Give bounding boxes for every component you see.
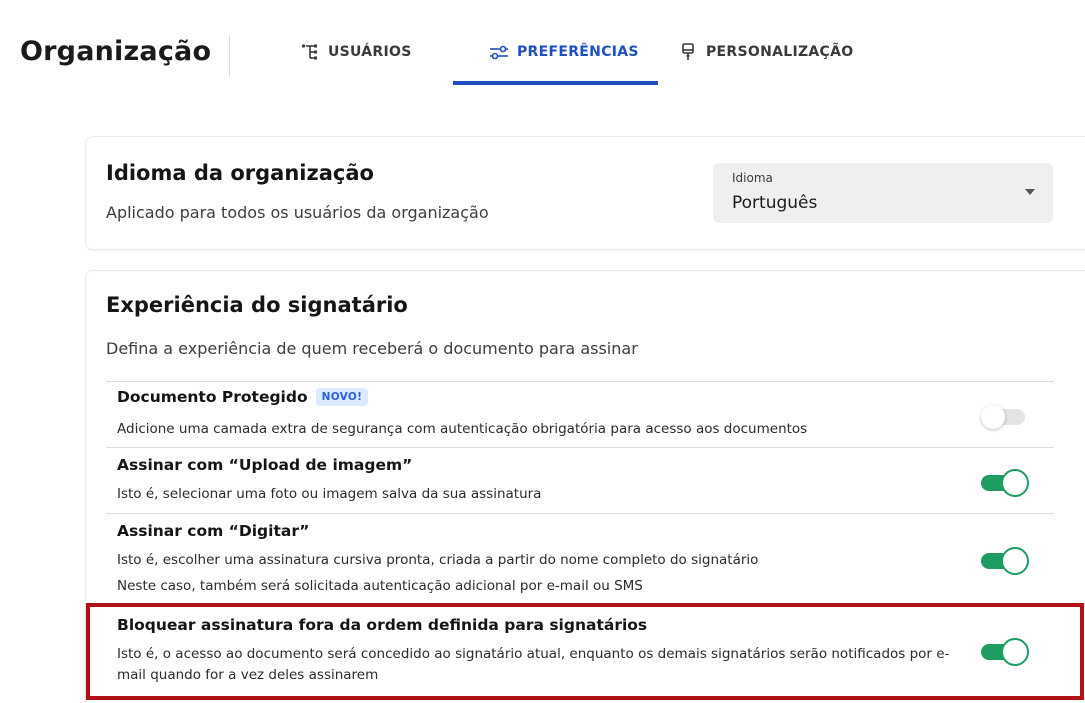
new-badge: NOVO! <box>315 388 369 406</box>
tab-users[interactable]: USUÁRIOS <box>300 42 412 86</box>
header-divider <box>229 36 230 76</box>
block-signing-order-toggle[interactable] <box>981 638 1029 666</box>
toggle-knob <box>1001 638 1029 666</box>
option-description-note: Neste caso, também será solicitada auten… <box>117 578 643 594</box>
option-description: Adicione uma camada extra de segurança c… <box>117 421 808 437</box>
tab-personalization[interactable]: PERSONALIZAÇÃO <box>678 42 853 86</box>
option-title-wrapper: Documento Protegido NOVO! <box>117 388 369 406</box>
organization-preferences-page: Organização USUÁRIOS PREFERÊNCIAS PERSON… <box>0 0 1085 703</box>
users-tree-icon <box>300 42 320 62</box>
option-title: Documento Protegido <box>117 388 308 406</box>
tab-preferences[interactable]: PREFERÊNCIAS <box>489 42 639 86</box>
organization-language-card: Idioma da organização Aplicado para todo… <box>85 136 1085 250</box>
card-title: Experiência do signatário <box>106 293 408 317</box>
option-description: Isto é, escolher uma assinatura cursiva … <box>117 552 759 568</box>
active-tab-indicator <box>453 81 658 85</box>
tab-label: PERSONALIZAÇÃO <box>706 44 854 60</box>
upload-image-toggle[interactable] <box>981 469 1029 497</box>
option-row-block-signing-order: Bloquear assinatura fora da ordem defini… <box>106 606 1054 703</box>
signer-options-list: Documento Protegido NOVO! Adicione uma c… <box>106 381 1054 703</box>
page-title: Organização <box>20 36 212 67</box>
option-row-protected-document: Documento Protegido NOVO! Adicione uma c… <box>106 381 1054 447</box>
select-label: Idioma <box>732 171 773 185</box>
type-signature-toggle[interactable] <box>981 547 1029 575</box>
tab-label: PREFERÊNCIAS <box>517 44 639 60</box>
option-description: Isto é, o acesso ao documento será conce… <box>117 646 950 683</box>
toggle-knob <box>1001 469 1029 497</box>
protected-document-toggle[interactable] <box>981 403 1029 431</box>
toggle-knob <box>1001 547 1029 575</box>
option-title: Assinar com “Upload de imagem” <box>117 456 413 474</box>
card-subtitle: Defina a experiência de quem receberá o … <box>106 339 638 358</box>
select-value: Português <box>732 193 818 213</box>
language-select[interactable]: Idioma Português <box>713 163 1053 223</box>
toggle-knob <box>981 405 1005 429</box>
card-subtitle: Aplicado para todos os usuários da organ… <box>106 203 489 222</box>
caret-down-icon <box>1025 189 1035 195</box>
card-title: Idioma da organização <box>106 161 374 185</box>
page-header: Organização USUÁRIOS PREFERÊNCIAS PERSON… <box>0 0 1085 100</box>
option-title: Bloquear assinatura fora da ordem defini… <box>117 616 648 634</box>
signer-experience-card: Experiência do signatário Defina a exper… <box>85 270 1085 703</box>
option-description: Isto é, selecionar uma foto ou imagem sa… <box>117 486 542 502</box>
option-row-type-signature: Assinar com “Digitar” Isto é, escolher u… <box>106 513 1054 606</box>
option-row-upload-image: Assinar com “Upload de imagem” Isto é, s… <box>106 447 1054 513</box>
option-title: Assinar com “Digitar” <box>117 522 310 540</box>
tab-label: USUÁRIOS <box>328 44 412 60</box>
sliders-icon <box>489 42 509 62</box>
brush-icon <box>678 42 698 62</box>
